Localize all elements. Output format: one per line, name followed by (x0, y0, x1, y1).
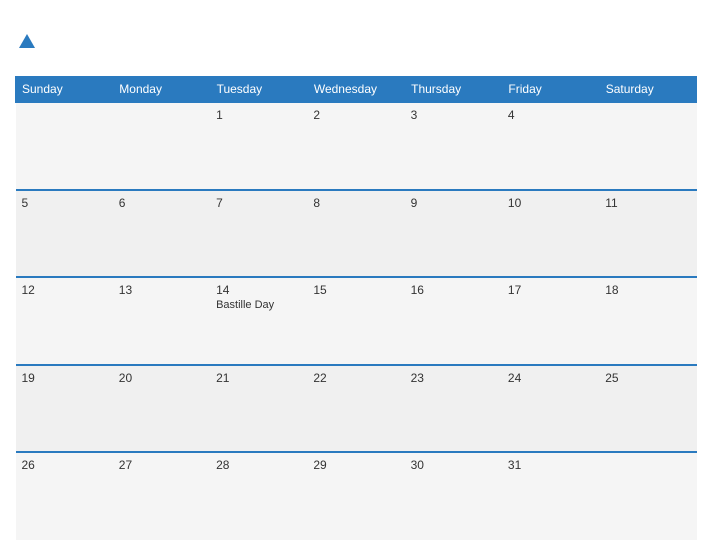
day-event: Bastille Day (216, 299, 301, 311)
day-number: 18 (605, 283, 690, 297)
weekday-header-cell: Tuesday (210, 77, 307, 103)
calendar-cell: 8 (307, 190, 404, 278)
day-number: 29 (313, 458, 398, 472)
day-number: 22 (313, 371, 398, 385)
calendar-cell: 18 (599, 277, 696, 365)
calendar-cell (599, 102, 696, 190)
calendar-cell: 3 (405, 102, 502, 190)
calendar-cell: 31 (502, 452, 599, 540)
day-number: 16 (411, 283, 496, 297)
day-number: 4 (508, 108, 593, 122)
calendar-cell (16, 102, 113, 190)
calendar-cell: 16 (405, 277, 502, 365)
calendar-cell: 24 (502, 365, 599, 453)
calendar-cell: 2 (307, 102, 404, 190)
calendar-cell: 22 (307, 365, 404, 453)
calendar-cell: 5 (16, 190, 113, 278)
calendar-cell: 21 (210, 365, 307, 453)
logo-triangle-icon (19, 34, 35, 48)
calendar-week-row: 12 13 14 Bastille Day 15 16 17 18 (16, 277, 697, 365)
weekday-header-cell: Friday (502, 77, 599, 103)
calendar-cell: 19 (16, 365, 113, 453)
day-number: 9 (411, 196, 496, 210)
calendar-cell: 6 (113, 190, 210, 278)
calendar-cell: 17 (502, 277, 599, 365)
calendar-cell: 14 Bastille Day (210, 277, 307, 365)
day-number: 13 (119, 283, 204, 297)
calendar-cell: 1 (210, 102, 307, 190)
weekday-header-cell: Saturday (599, 77, 696, 103)
calendar-cell: 27 (113, 452, 210, 540)
calendar-week-row: 1234 (16, 102, 697, 190)
day-number: 11 (605, 196, 690, 210)
weekday-header-row: SundayMondayTuesdayWednesdayThursdayFrid… (16, 77, 697, 103)
day-number: 26 (22, 458, 107, 472)
calendar-cell: 12 (16, 277, 113, 365)
calendar-cell: 4 (502, 102, 599, 190)
calendar-cell: 30 (405, 452, 502, 540)
day-number: 30 (411, 458, 496, 472)
calendar-header (15, 10, 697, 70)
day-number: 24 (508, 371, 593, 385)
weekday-header-cell: Wednesday (307, 77, 404, 103)
day-number: 21 (216, 371, 301, 385)
day-number: 10 (508, 196, 593, 210)
calendar-wrapper: SundayMondayTuesdayWednesdayThursdayFrid… (0, 0, 712, 550)
calendar-week-row: 56789 10 11 (16, 190, 697, 278)
day-number: 20 (119, 371, 204, 385)
weekday-header-cell: Monday (113, 77, 210, 103)
calendar-cell: 7 (210, 190, 307, 278)
day-number: 12 (22, 283, 107, 297)
day-number: 17 (508, 283, 593, 297)
day-number: 23 (411, 371, 496, 385)
day-number: 19 (22, 371, 107, 385)
day-number: 27 (119, 458, 204, 472)
day-number: 2 (313, 108, 398, 122)
day-number: 31 (508, 458, 593, 472)
logo (15, 34, 35, 46)
day-number: 3 (411, 108, 496, 122)
calendar-cell: 13 (113, 277, 210, 365)
logo-blue-text (15, 34, 35, 46)
day-number: 8 (313, 196, 398, 210)
day-number: 14 (216, 283, 301, 297)
calendar-week-row: 19 20 21 22 23 24 25 (16, 365, 697, 453)
day-number: 1 (216, 108, 301, 122)
calendar-cell: 26 (16, 452, 113, 540)
calendar-cell: 11 (599, 190, 696, 278)
calendar-week-row: 26 27 28 29 30 31 (16, 452, 697, 540)
calendar-cell: 20 (113, 365, 210, 453)
day-number: 7 (216, 196, 301, 210)
calendar-cell: 9 (405, 190, 502, 278)
calendar-cell: 29 (307, 452, 404, 540)
calendar-table: SundayMondayTuesdayWednesdayThursdayFrid… (15, 76, 697, 540)
calendar-cell: 25 (599, 365, 696, 453)
calendar-cell (599, 452, 696, 540)
day-number: 6 (119, 196, 204, 210)
calendar-cell: 10 (502, 190, 599, 278)
day-number: 5 (22, 196, 107, 210)
calendar-cell: 23 (405, 365, 502, 453)
calendar-cell: 15 (307, 277, 404, 365)
day-number: 15 (313, 283, 398, 297)
day-number: 28 (216, 458, 301, 472)
calendar-cell (113, 102, 210, 190)
calendar-cell: 28 (210, 452, 307, 540)
weekday-header-cell: Thursday (405, 77, 502, 103)
day-number: 25 (605, 371, 690, 385)
weekday-header-cell: Sunday (16, 77, 113, 103)
